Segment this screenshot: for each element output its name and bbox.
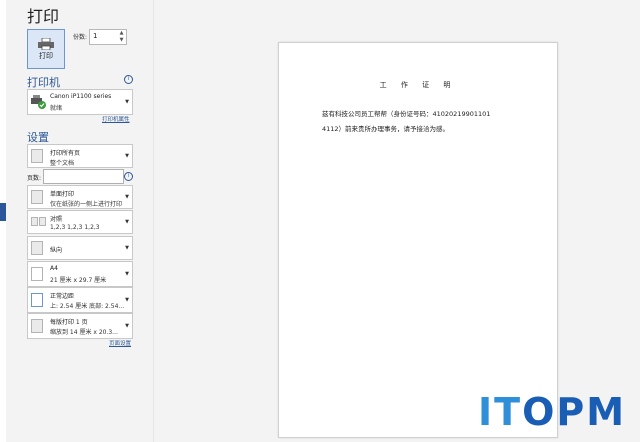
print-button-label: 打印 bbox=[39, 52, 53, 60]
printer-properties-link[interactable]: 打印机属性 bbox=[102, 115, 130, 123]
chevron-down-icon: ▼ bbox=[125, 245, 129, 251]
paper-size-label: A4 bbox=[50, 265, 58, 272]
document-title: 工 作 证 明 bbox=[379, 81, 457, 89]
document-text-line: 兹有科技公司员工帮帮（身份证号码：41020219901101 bbox=[322, 110, 491, 118]
pages-per-sheet-label: 每版打印 1 页 bbox=[50, 319, 88, 326]
portrait-icon bbox=[31, 241, 43, 255]
info-icon[interactable]: i bbox=[124, 75, 133, 84]
chevron-down-icon: ▼ bbox=[125, 271, 129, 277]
orientation-dropdown[interactable]: 纵向 ▼ bbox=[27, 236, 133, 260]
chevron-down-icon: ▼ bbox=[125, 297, 129, 303]
single-side-icon bbox=[31, 190, 43, 204]
chevron-down-icon: ▼ bbox=[125, 194, 129, 200]
watermark-part1: IT bbox=[478, 390, 523, 434]
copies-stepper[interactable]: 1 ▲ ▼ bbox=[89, 29, 127, 45]
panel-divider bbox=[153, 0, 154, 442]
collate-dropdown[interactable]: 对照 1,2,3 1,2,3 1,2,3 ▼ bbox=[27, 210, 133, 234]
watermark-part2: OPM bbox=[522, 390, 627, 434]
pages-per-sheet-dropdown[interactable]: 每版打印 1 页 缩放到 14 厘米 x 20.3... ▼ bbox=[27, 313, 133, 339]
pages-per-sheet-sublabel: 缩放到 14 厘米 x 20.3... bbox=[50, 329, 118, 336]
paper-size-sublabel: 21 厘米 x 29.7 厘米 bbox=[50, 277, 107, 284]
printer-status-icon bbox=[31, 95, 46, 109]
collate-icon bbox=[39, 217, 46, 226]
page-title: 打印 bbox=[27, 7, 60, 26]
printer-name: Canon iP1100 series bbox=[50, 93, 112, 100]
printer-dropdown[interactable]: Canon iP1100 series 就绪 ▼ bbox=[27, 89, 133, 115]
page-setup-link[interactable]: 页面设置 bbox=[109, 339, 131, 347]
pages-label: 页数: bbox=[27, 175, 42, 182]
chevron-down-icon: ▼ bbox=[125, 219, 129, 225]
print-range-sublabel: 整个文档 bbox=[50, 160, 75, 167]
paper-size-dropdown[interactable]: A4 21 厘米 x 29.7 厘米 ▼ bbox=[27, 261, 133, 287]
printer-status: 就绪 bbox=[50, 105, 63, 112]
nav-selection-marker bbox=[0, 203, 6, 221]
paper-size-icon bbox=[31, 267, 43, 281]
sides-label: 单面打印 bbox=[50, 191, 75, 198]
print-button[interactable]: 打印 bbox=[27, 29, 65, 69]
collate-label: 对照 bbox=[50, 216, 63, 223]
info-icon[interactable]: i bbox=[124, 172, 133, 181]
pages-per-sheet-icon bbox=[31, 319, 43, 333]
pages-icon bbox=[31, 149, 43, 163]
settings-section-title: 设置 bbox=[27, 131, 49, 144]
watermark-logo: ITOPM bbox=[478, 390, 626, 434]
document-text-line: 4112）前来贵所办理事务，请予接洽为感。 bbox=[322, 125, 450, 133]
backstage-nav-strip bbox=[0, 0, 6, 442]
sides-sublabel: 仅在纸张的一侧上进行打印 bbox=[50, 201, 123, 208]
pages-input[interactable] bbox=[43, 169, 124, 184]
margins-icon bbox=[31, 293, 43, 307]
margins-sublabel: 上: 2.54 厘米 底部: 2.54... bbox=[50, 303, 125, 310]
margins-dropdown[interactable]: 正常边距 上: 2.54 厘米 底部: 2.54... ▼ bbox=[27, 287, 133, 313]
chevron-down-icon: ▼ bbox=[125, 153, 129, 159]
print-preview-page: 工 作 证 明 兹有科技公司员工帮帮（身份证号码：41020219901101 … bbox=[278, 42, 558, 438]
copies-label: 份数: bbox=[73, 34, 88, 41]
printer-section-title: 打印机 bbox=[27, 76, 60, 89]
collate-icon bbox=[31, 217, 38, 226]
collate-sublabel: 1,2,3 1,2,3 1,2,3 bbox=[50, 224, 100, 231]
print-range-dropdown[interactable]: 打印所有页 整个文档 ▼ bbox=[27, 144, 133, 168]
orientation-label: 纵向 bbox=[50, 247, 63, 254]
copies-spin-icon[interactable]: ▲ ▼ bbox=[118, 30, 125, 44]
margins-label: 正常边距 bbox=[50, 293, 75, 300]
print-range-label: 打印所有页 bbox=[50, 150, 81, 157]
printer-icon bbox=[38, 38, 54, 50]
copies-value: 1 bbox=[93, 32, 98, 40]
chevron-down-icon: ▼ bbox=[125, 99, 129, 105]
sides-dropdown[interactable]: 单面打印 仅在纸张的一侧上进行打印 ▼ bbox=[27, 185, 133, 209]
chevron-down-icon: ▼ bbox=[125, 323, 129, 329]
